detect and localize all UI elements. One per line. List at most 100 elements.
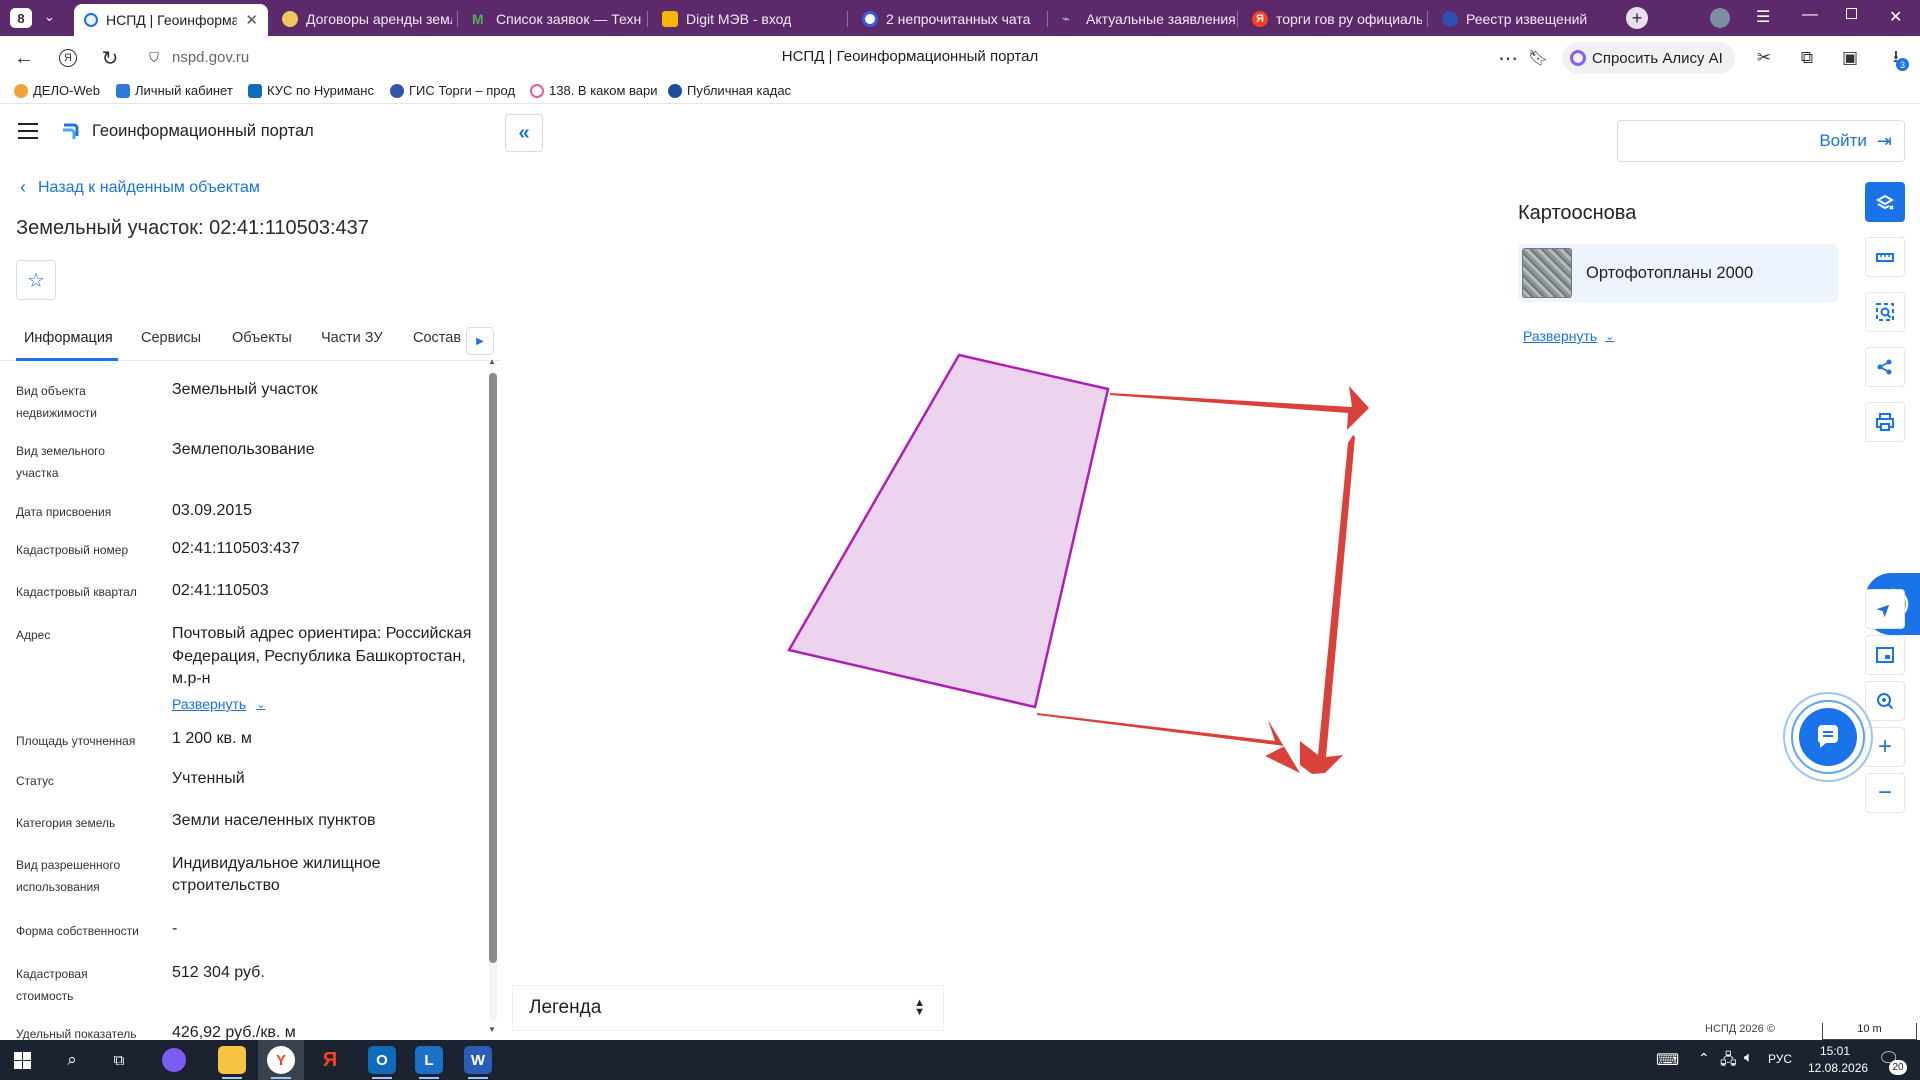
layers-tool-button[interactable] <box>1865 182 1905 222</box>
input-language[interactable]: РУС <box>1768 1052 1792 1066</box>
alice-taskbar-icon[interactable] <box>162 1048 186 1072</box>
volume-icon[interactable]: 🔈︎ <box>1744 1049 1753 1066</box>
bookmark-item[interactable]: 138. В каком вари <box>530 83 658 98</box>
extensions-icon[interactable]: ✂︎ <box>1752 46 1776 70</box>
keyboard-icon[interactable]: ⌨ <box>1656 1050 1679 1070</box>
bookmark-label: 138. В каком вари <box>549 83 658 98</box>
legend-panel[interactable]: Легенда ▲ ▼ <box>512 985 944 1031</box>
tab-parts[interactable]: Части ЗУ <box>321 330 383 374</box>
more-options-icon[interactable]: ⋯ <box>1496 46 1520 70</box>
tab-item[interactable]: Реестр извещений <box>1432 6 1612 32</box>
geolocation-button[interactable]: ➤ <box>1865 589 1905 629</box>
bookmark-icon[interactable]: 🔖︎ <box>1526 46 1550 70</box>
gis-torgi-favicon-icon <box>390 83 404 98</box>
tab-counter[interactable]: 8 <box>10 8 32 28</box>
document-favicon-icon <box>282 11 298 27</box>
field-value: Землепользование <box>172 441 315 458</box>
location-search-button[interactable] <box>1865 681 1905 721</box>
tab-item[interactable]: M Список заявок — Техно <box>462 6 642 32</box>
bookmark-label: КУС по Нуриманс <box>267 83 374 98</box>
collections-icon[interactable]: ▣ <box>1838 46 1862 70</box>
printer-icon <box>1876 413 1894 431</box>
chat-assistant-button[interactable] <box>1783 692 1873 782</box>
hamburger-menu-icon[interactable] <box>18 123 38 139</box>
bookmark-item[interactable]: ГИС Торги – прод <box>390 83 515 98</box>
profile-avatar[interactable] <box>1710 8 1730 28</box>
tab-objects[interactable]: Объекты <box>232 330 292 374</box>
minimap-button[interactable] <box>1865 635 1905 675</box>
site-security-icon[interactable]: ⛉ <box>142 46 166 70</box>
print-button[interactable] <box>1865 402 1905 442</box>
task-view-icon[interactable]: ⧉ <box>105 1046 133 1074</box>
tab-item[interactable]: ⌁ Актуальные заявления <box>1052 6 1242 32</box>
reload-icon[interactable]: ↻ <box>98 46 122 70</box>
field-value: Индивидуальное жилищное строительство <box>172 855 381 894</box>
bookmark-item[interactable]: ДЕЛО-Web <box>14 83 100 98</box>
scrollbar-up-arrow[interactable]: ▲ <box>488 357 496 366</box>
file-explorer-icon[interactable] <box>218 1046 246 1074</box>
yandex-icon[interactable]: Я <box>316 1046 344 1074</box>
menu-icon[interactable]: ☰ <box>1756 7 1770 27</box>
new-tab-button[interactable]: + <box>1626 7 1648 29</box>
bookmark-item[interactable]: Личный кабинет <box>116 83 233 98</box>
puzzle-icon[interactable]: ⧉ <box>1795 46 1819 70</box>
back-to-results-link[interactable]: ‹ Назад к найденным объектам <box>20 177 260 198</box>
url-field[interactable]: nspd.gov.ru <box>172 49 249 66</box>
tab-separator <box>847 11 848 27</box>
area-search-button[interactable] <box>1865 292 1905 332</box>
address-bar: ← Я ↻ ⛉ nspd.gov.ru НСПД | Геоинформацио… <box>0 36 1920 80</box>
tab-item[interactable]: Digit МЭВ - вход <box>652 6 842 32</box>
minimize-icon[interactable]: — <box>1802 6 1818 24</box>
scrollbar-thumb[interactable] <box>489 373 497 963</box>
field-value: Почтовый адрес ориентира: Российская Фед… <box>172 625 472 687</box>
zoom-out-button[interactable]: − <box>1865 773 1905 813</box>
network-icon[interactable]: 🖧︎ <box>1720 1049 1737 1074</box>
lync-icon[interactable]: L <box>415 1046 443 1074</box>
back-arrow-icon[interactable]: ← <box>12 46 36 70</box>
clock-date[interactable]: 12.08.2026 <box>1808 1061 1868 1075</box>
tab-separator <box>647 11 648 27</box>
favorite-button[interactable]: ☆ <box>16 260 56 300</box>
restore-icon[interactable] <box>1846 8 1857 19</box>
login-button[interactable]: Войти ⇥ <box>1617 120 1905 162</box>
field-label: Площадь уточненная <box>16 734 136 748</box>
word-icon[interactable]: W <box>464 1046 492 1074</box>
tab-item[interactable]: 2 непрочитанных чата <box>852 6 1042 32</box>
search-icon[interactable]: ⌕ <box>58 1046 86 1074</box>
ask-alice-button[interactable]: Спросить Алису AI <box>1562 42 1735 74</box>
bookmark-item[interactable]: Публичная кадас <box>668 83 791 98</box>
tab-information[interactable]: Информация <box>24 330 113 374</box>
portal-title[interactable]: Геоинформационный портал <box>92 122 314 141</box>
delo-favicon-icon <box>14 83 28 98</box>
measure-tool-button[interactable] <box>1865 237 1905 277</box>
collapse-panel-button[interactable]: « <box>505 114 543 152</box>
share-icon <box>1877 359 1892 375</box>
address-expand-link[interactable]: Развернуть ⌄ <box>172 696 265 712</box>
bookmark-item[interactable]: КУС по Нуриманс <box>248 83 374 98</box>
tabs-scroll-right-button[interactable]: ▶ <box>466 327 494 355</box>
basemap-layer-card[interactable]: Ортофотопланы 2000 <box>1518 244 1838 302</box>
close-tab-icon[interactable]: ✕ <box>245 11 258 29</box>
share-button[interactable] <box>1865 347 1905 387</box>
tab-composition[interactable]: Состав <box>413 330 461 374</box>
tab-services[interactable]: Сервисы <box>141 330 201 374</box>
yandex-logo-icon[interactable]: Я <box>56 46 80 70</box>
cabinet-favicon-icon <box>116 83 130 98</box>
scrollbar-down-arrow[interactable]: ▼ <box>488 1025 496 1034</box>
tab-item[interactable]: Я торги гов ру официальн <box>1242 6 1422 32</box>
tabs-dropdown-icon[interactable]: ⌄ <box>44 9 55 25</box>
object-info-panel: Геоинформационный портал ‹ Назад к найде… <box>0 105 500 1040</box>
close-window-icon[interactable]: ✕ <box>1889 7 1902 27</box>
tab-item[interactable]: Договоры аренды земли <box>272 6 452 32</box>
field-label: Статус <box>16 774 54 788</box>
clock-time[interactable]: 15:01 <box>1820 1044 1850 1058</box>
annotation-arrow-right <box>1110 386 1369 430</box>
back-link-label: Назад к найденным объектам <box>38 178 260 196</box>
yandex-browser-icon[interactable]: Y <box>267 1046 295 1074</box>
basemap-expand-link[interactable]: Развернуть ⌄ <box>1523 328 1614 344</box>
start-button[interactable] <box>14 1052 31 1069</box>
land-parcel-polygon[interactable] <box>787 353 1110 709</box>
tab-nspd[interactable]: НСПД | Геоинформац ✕ <box>74 4 268 36</box>
tray-chevron-icon[interactable]: ⌃ <box>1698 1050 1710 1067</box>
outlook-icon[interactable]: O <box>368 1046 396 1074</box>
